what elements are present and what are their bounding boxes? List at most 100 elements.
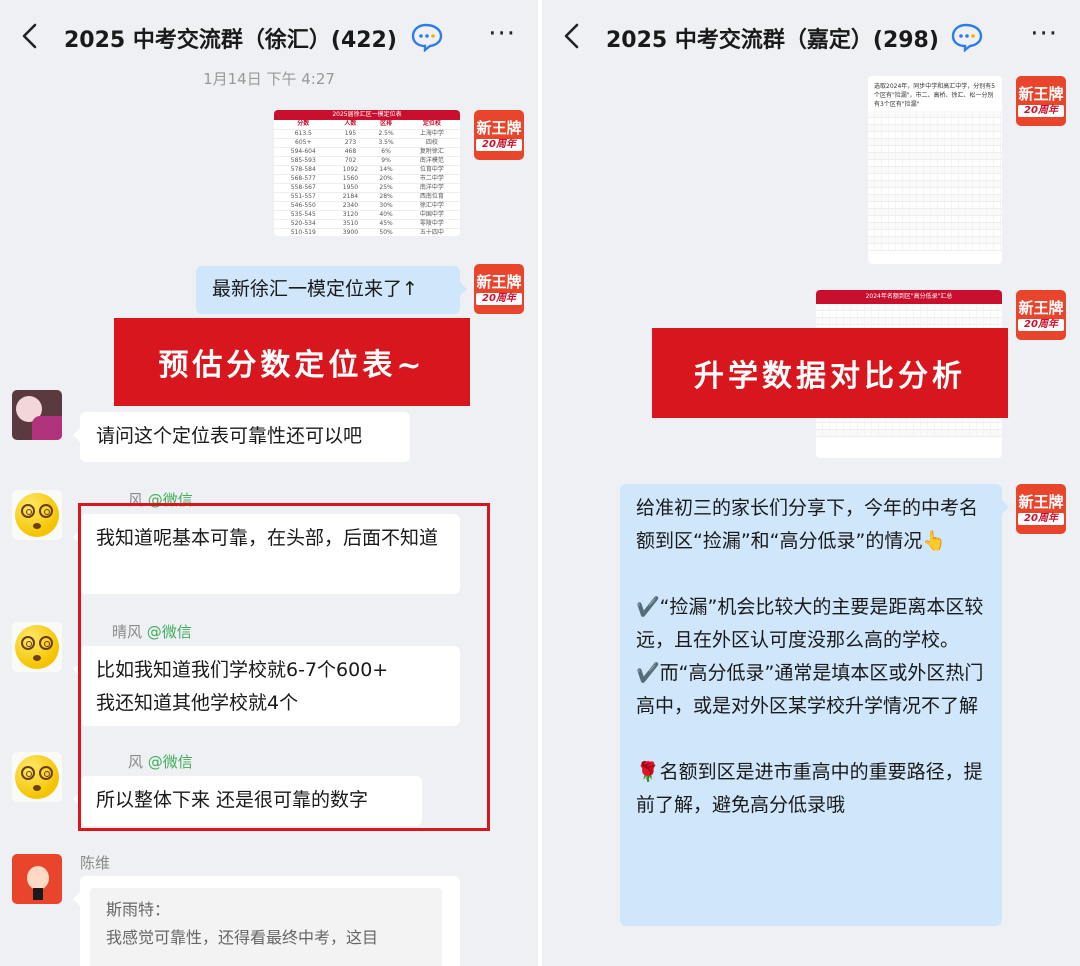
- table-row: 568-577 1560 20% 市二中学: [274, 174, 460, 184]
- brand-avatar-badge: 20周年: [1018, 105, 1064, 117]
- table-cell: 市二中学: [403, 174, 460, 184]
- table-cell: 28%: [368, 192, 404, 202]
- table-cell: 613.5: [274, 129, 333, 139]
- table-cell: 零陵中学: [403, 219, 460, 229]
- brand-avatar-name: 新王牌: [476, 119, 522, 137]
- table-row: 594-604 468 6% 复附徐汇: [274, 147, 460, 157]
- data-image[interactable]: 选取2024年，同步中学和高汇中学，分别有5个区有"捡漏"，市二、高桥、徐汇、松…: [868, 76, 1002, 264]
- brand-avatar[interactable]: 新王牌 20周年: [1016, 484, 1066, 534]
- emoji-avatar[interactable]: [12, 752, 62, 802]
- brand-avatar[interactable]: 新王牌 20周年: [1016, 290, 1066, 340]
- screenshot-stage: 2025 中考交流群（徐汇）(422) ··· 1月14日 下午 4:27 20…: [0, 0, 1080, 966]
- brand-avatar[interactable]: 新王牌 20周年: [474, 110, 524, 160]
- table-cell: 30%: [368, 201, 404, 211]
- more-options-icon[interactable]: ···: [1030, 21, 1058, 47]
- table-cell: 568-577: [274, 174, 333, 184]
- brand-avatar[interactable]: 新王牌 20周年: [474, 264, 524, 314]
- brand-avatar-badge: 20周年: [1018, 319, 1064, 331]
- overlay-banner: 升学数据对比分析: [652, 328, 1008, 418]
- chat-bubble-icon[interactable]: [950, 22, 984, 52]
- message-paragraph: ✔️而“高分低录”通常是填本区或外区热门高中，或是对外区某学校升学情况不了解: [636, 662, 984, 717]
- image-caption: 2024年名额到区"高分低录"汇总: [816, 290, 1002, 304]
- table-row: 546-550 2340 30% 徐汇中学: [274, 201, 460, 211]
- score-table: 分数 人数 区排 定位校 613.5 195 2.5% 上海中学 605+ 273 3.5…: [274, 120, 460, 236]
- table-cell: 551-557: [274, 192, 333, 202]
- table-cell: 25%: [368, 183, 404, 193]
- overlay-banner: 预估分数定位表~: [114, 318, 470, 406]
- message-paragraph: ✔️“捡漏”机会比较大的主要是距离本区较远，且在外区认可度没那么高的学校。: [636, 596, 984, 651]
- message-bubble-self[interactable]: 最新徐汇一模定位来了↑: [196, 266, 467, 314]
- table-cell: 585-593: [274, 156, 333, 166]
- table-cell: 上海中学: [403, 129, 460, 139]
- message-bubble-self[interactable]: 给准初三的家长们分享下，今年的中考名额到区“捡漏”和“高分低录”的情况👆 ✔️“…: [620, 484, 1009, 926]
- back-arrow-icon[interactable]: [558, 20, 586, 52]
- emoji-avatar[interactable]: [12, 490, 62, 540]
- table-cell: 3.5%: [368, 138, 404, 148]
- table-cell: 3120: [332, 210, 369, 220]
- back-arrow-icon[interactable]: [16, 20, 44, 52]
- table-cell: 西南位育: [403, 192, 460, 202]
- table-cell: 2.5%: [368, 129, 404, 139]
- table-row: 510-519 3900 50% 五十四中: [274, 228, 460, 236]
- image-table-rows: [868, 111, 1002, 251]
- message-text: 请问这个定位表可靠性还可以吧: [96, 425, 363, 447]
- table-cell: 273: [332, 138, 369, 148]
- highlight-box: [78, 503, 490, 831]
- chat-panel-xuhui: 2025 中考交流群（徐汇）(422) ··· 1月14日 下午 4:27 20…: [0, 0, 538, 966]
- score-table-title: 2025届徐汇区一模定位表: [274, 110, 460, 120]
- table-cell: 578-584: [274, 165, 333, 175]
- score-table-image[interactable]: 2025届徐汇区一模定位表 分数 人数 区排 定位校 613.5 195 2.5% 上…: [274, 110, 460, 236]
- table-cell: 14%: [368, 165, 404, 175]
- table-cell: 3510: [332, 219, 369, 229]
- more-options-icon[interactable]: ···: [488, 21, 516, 47]
- table-cell: 徐汇中学: [403, 201, 460, 211]
- table-cell: 468: [332, 147, 369, 157]
- table-row: 605+ 273 3.5% 四校: [274, 138, 460, 148]
- table-cell: 南洋中学: [403, 183, 460, 193]
- message-timestamp: 1月14日 下午 4:27: [203, 70, 335, 88]
- table-cell: 2340: [332, 201, 369, 211]
- table-cell: 558-567: [274, 183, 333, 193]
- table-cell: 四校: [403, 138, 460, 148]
- table-cell: 510-519: [274, 228, 333, 236]
- table-cell: 复附徐汇: [403, 147, 460, 157]
- chat-panel-jiading: 2025 中考交流群（嘉定）(298) ··· 选取2024年，同步中学和高汇中…: [542, 0, 1080, 966]
- table-row: 585-593 702 9% 南洋模范: [274, 156, 460, 166]
- table-cell: 702: [332, 156, 369, 166]
- table-row: 535-545 3120 40% 中国中学: [274, 210, 460, 220]
- table-cell: 2184: [332, 192, 369, 202]
- emoji-avatar[interactable]: [12, 622, 62, 672]
- quoted-message: 斯雨特： 我感觉可靠性，还得看最终中考，这目: [90, 888, 442, 966]
- message-bubble[interactable]: 斯雨特： 我感觉可靠性，还得看最终中考，这目: [73, 876, 460, 966]
- message-bubble[interactable]: 请问这个定位表可靠性还可以吧: [73, 412, 410, 462]
- table-cell: 535-545: [274, 210, 333, 220]
- quote-text: 我感觉可靠性，还得看最终中考，这目: [106, 928, 379, 947]
- brand-avatar[interactable]: 新王牌 20周年: [1016, 76, 1066, 126]
- brand-avatar-name: 新王牌: [1018, 85, 1064, 103]
- brand-avatar-name: 新王牌: [1018, 299, 1064, 317]
- table-row: 558-567 1950 25% 南洋中学: [274, 183, 460, 193]
- chat-bubble-icon[interactable]: [410, 22, 444, 52]
- table-row: 551-557 2184 28% 西南位育: [274, 192, 460, 202]
- chen-avatar[interactable]: [12, 854, 62, 904]
- user-avatar[interactable]: [12, 390, 62, 440]
- table-cell: 546-550: [274, 201, 333, 211]
- table-cell: 50%: [368, 228, 404, 236]
- table-cell: 中国中学: [403, 210, 460, 220]
- table-cell: 1950: [332, 183, 369, 193]
- brand-avatar-badge: 20周年: [476, 293, 522, 305]
- table-cell: 1560: [332, 174, 369, 184]
- message-paragraph: 🌹名额到区是进市重高中的重要路径，提前了解，避免高分低录哦: [636, 761, 983, 816]
- table-cell: 20%: [368, 174, 404, 184]
- table-cell: 1092: [332, 165, 369, 175]
- table-cell: 9%: [368, 156, 404, 166]
- table-cell: 594-604: [274, 147, 333, 157]
- dizzy-face-icon: [15, 625, 59, 669]
- chat-header: 2025 中考交流群（嘉定）(298) ···: [542, 0, 1080, 72]
- sender-name: 陈维: [80, 854, 111, 872]
- table-cell: 605+: [274, 138, 333, 148]
- table-cell: 6%: [368, 147, 404, 157]
- table-cell: 40%: [368, 210, 404, 220]
- message-paragraph: 给准初三的家长们分享下，今年的中考名额到区“捡漏”和“高分低录”的情况👆: [636, 497, 979, 552]
- table-cell: 45%: [368, 219, 404, 229]
